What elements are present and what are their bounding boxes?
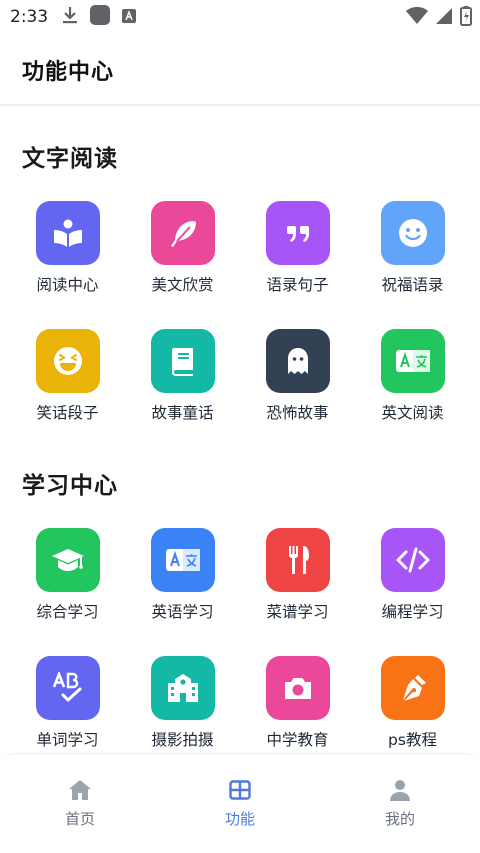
- bottom-nav: 首页 功能 我的: [0, 753, 480, 853]
- school-icon: [165, 672, 201, 704]
- tile-icon-bg: [381, 528, 445, 592]
- wifi-icon: [406, 7, 428, 29]
- language-icon: [395, 347, 431, 375]
- status-bar: 2:33: [0, 0, 480, 34]
- tile-label: 综合学习: [36, 603, 99, 621]
- tile-icon-bg: [381, 656, 445, 720]
- tile-icon-bg: [151, 528, 215, 592]
- quote-icon: [283, 218, 313, 248]
- status-time: 2:33: [10, 7, 49, 27]
- tile-icon-bg: [266, 201, 330, 265]
- learning-grid: 综合学习 英语学习 菜谱学习 编程学习 单词学习 摄影拍摄 中学教育 ps教程: [0, 528, 480, 784]
- graduation-cap-icon: [50, 545, 86, 575]
- tile-label: 恐怖故事: [266, 404, 329, 422]
- laugh-squint-icon: [52, 345, 84, 377]
- utensils-icon: [283, 543, 313, 577]
- tile-label: 摄影拍摄: [151, 731, 214, 749]
- section-title-reading: 文字阅读: [22, 146, 118, 172]
- tile-icon-bg: [36, 329, 100, 393]
- tile-label: 故事童话: [151, 404, 214, 422]
- tile-label: 英语学习: [151, 603, 214, 621]
- tile-recipe-learning[interactable]: 菜谱学习: [240, 528, 355, 656]
- tile-label: ps教程: [388, 731, 437, 749]
- tile-icon-bg: [266, 528, 330, 592]
- tile-label: 语录句子: [266, 276, 329, 294]
- tile-english-learning[interactable]: 英语学习: [125, 528, 240, 656]
- tile-label: 编程学习: [381, 603, 444, 621]
- tile-blessings[interactable]: 祝福语录: [355, 201, 470, 329]
- download-icon: [62, 6, 78, 28]
- section-title-learning: 学习中心: [22, 473, 118, 499]
- book-open-reader-icon: [51, 216, 85, 250]
- tile-icon-bg: [151, 329, 215, 393]
- pen-nib-icon: [397, 672, 429, 704]
- tile-fairy-tales[interactable]: 故事童话: [125, 329, 240, 457]
- tile-icon-bg: [381, 201, 445, 265]
- nav-item-home[interactable]: 首页: [0, 754, 160, 853]
- signal-icon: [436, 7, 452, 29]
- user-icon: [388, 778, 412, 802]
- nav-item-features[interactable]: 功能: [160, 754, 320, 853]
- book-icon: [168, 345, 198, 377]
- tile-programming-learning[interactable]: 编程学习: [355, 528, 470, 656]
- page-title: 功能中心: [22, 60, 115, 85]
- tile-jokes[interactable]: 笑话段子: [10, 329, 125, 457]
- spell-check-icon: [51, 672, 85, 704]
- nav-item-me[interactable]: 我的: [320, 754, 480, 853]
- app-square-icon: [90, 5, 111, 29]
- feather-icon: [166, 216, 200, 250]
- tile-label: 单词学习: [36, 731, 99, 749]
- app-header: 功能中心: [0, 34, 480, 106]
- tile-horror-stories[interactable]: 恐怖故事: [240, 329, 355, 457]
- nav-label: 首页: [64, 810, 95, 828]
- tile-icon-bg: [36, 656, 100, 720]
- tile-icon-bg: [381, 329, 445, 393]
- tile-icon-bg: [36, 528, 100, 592]
- tile-icon-bg: [151, 201, 215, 265]
- language-icon: [165, 546, 201, 574]
- camera-icon: [282, 674, 314, 702]
- tile-label: 英文阅读: [381, 404, 444, 422]
- tile-label: 阅读中心: [36, 276, 99, 294]
- smile-icon: [397, 217, 429, 249]
- grid-icon: [228, 778, 252, 802]
- tile-icon-bg: [266, 329, 330, 393]
- battery-icon: [460, 6, 472, 30]
- reading-grid: 阅读中心 美文欣赏 语录句子 祝福语录 笑话段子 故事童话 恐怖故事 英文阅读: [0, 201, 480, 457]
- tile-icon-bg: [266, 656, 330, 720]
- tile-label: 美文欣赏: [151, 276, 214, 294]
- tile-general-learning[interactable]: 综合学习: [10, 528, 125, 656]
- tile-icon-bg: [36, 201, 100, 265]
- tile-label: 中学教育: [266, 731, 329, 749]
- code-icon: [395, 546, 431, 574]
- home-icon: [68, 778, 92, 802]
- tile-reading-center[interactable]: 阅读中心: [10, 201, 125, 329]
- tile-label: 菜谱学习: [266, 603, 329, 621]
- tile-label: 祝福语录: [381, 276, 444, 294]
- tile-label: 笑话段子: [36, 404, 99, 422]
- nav-label: 功能: [224, 810, 255, 828]
- tile-essay-appreciation[interactable]: 美文欣赏: [125, 201, 240, 329]
- tile-quotes[interactable]: 语录句子: [240, 201, 355, 329]
- keyboard-a-icon: [122, 8, 137, 27]
- nav-label: 我的: [384, 810, 415, 828]
- tile-icon-bg: [151, 656, 215, 720]
- tile-english-reading[interactable]: 英文阅读: [355, 329, 470, 457]
- ghost-icon: [284, 345, 312, 377]
